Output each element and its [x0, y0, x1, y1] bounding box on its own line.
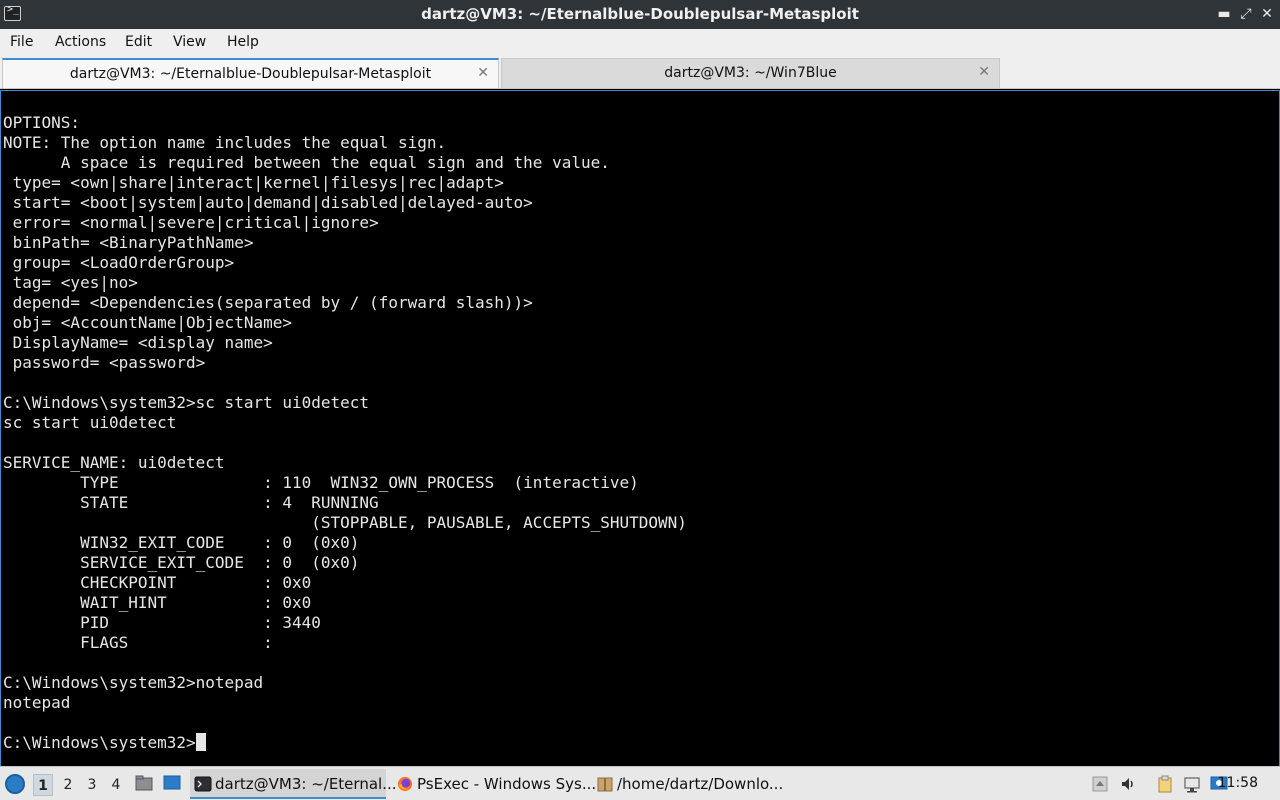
tab-label: dartz@VM3: ~/Eternalblue-Doublepulsar-Me… — [69, 66, 432, 82]
firefox-icon — [397, 776, 413, 792]
taskbar: 1 2 3 4 dartz@VM3: ~/Eternal... PsExec -… — [0, 766, 1280, 800]
clipboard-icon[interactable] — [1156, 775, 1174, 793]
terminal-scrollback: OPTIONS: NOTE: The option name includes … — [3, 113, 687, 712]
terminal-prompt: C:\Windows\system32> — [3, 733, 196, 752]
terminal-output[interactable]: OPTIONS: NOTE: The option name includes … — [3, 113, 687, 753]
volume-icon[interactable] — [1119, 775, 1137, 793]
tab-bar: dartz@VM3: ~/Eternalblue-Doublepulsar-Me… — [0, 57, 1280, 89]
workspace-3[interactable]: 3 — [82, 774, 102, 796]
window-title: dartz@VM3: ~/Eternalblue-Doublepulsar-Me… — [421, 5, 859, 23]
file-manager-icon[interactable] — [135, 775, 153, 791]
tab-label: dartz@VM3: ~/Win7Blue — [664, 65, 837, 81]
menu-file[interactable]: File — [10, 34, 33, 50]
workspace-2[interactable]: 2 — [58, 774, 78, 796]
close-button[interactable]: ✕ — [1258, 4, 1276, 24]
tab-close-icon[interactable]: ✕ — [477, 65, 489, 81]
task-label: dartz@VM3: ~/Eternal... — [215, 775, 397, 793]
task-terminal[interactable]: dartz@VM3: ~/Eternal... — [190, 769, 397, 799]
task-label: /home/dartz/Downlo... — [617, 775, 784, 793]
task-firefox[interactable]: PsExec - Windows Sys... — [392, 769, 596, 799]
clock[interactable]: 11:58 — [1218, 775, 1258, 791]
minimize-button[interactable]: ▬ — [1215, 4, 1233, 24]
maximize-button[interactable]: ⤢ — [1237, 4, 1255, 24]
terminal-view[interactable]: OPTIONS: NOTE: The option name includes … — [0, 90, 1280, 766]
menu-actions[interactable]: Actions — [55, 34, 106, 50]
terminal-icon — [194, 776, 212, 792]
workspace-1[interactable]: 1 — [33, 774, 53, 796]
text-cursor — [195, 733, 206, 751]
tab-close-icon[interactable]: ✕ — [978, 64, 990, 80]
menu-edit[interactable]: Edit — [125, 34, 152, 50]
network-icon[interactable] — [1183, 775, 1201, 793]
workspace-4[interactable]: 4 — [106, 774, 126, 796]
start-menu-button[interactable] — [5, 774, 25, 794]
tab-win7blue[interactable]: dartz@VM3: ~/Win7Blue ✕ — [501, 58, 1000, 88]
desktop-icon[interactable] — [163, 775, 181, 791]
task-label: PsExec - Windows Sys... — [417, 775, 597, 793]
menu-view[interactable]: View — [173, 34, 206, 50]
task-archive[interactable]: /home/dartz/Downlo... — [592, 769, 788, 799]
archive-icon — [597, 777, 613, 792]
menu-bar: File Actions Edit View Help — [0, 29, 1280, 57]
menu-help[interactable]: Help — [227, 34, 259, 50]
tray-expand-icon[interactable] — [1091, 775, 1109, 793]
tab-eternalblue[interactable]: dartz@VM3: ~/Eternalblue-Doublepulsar-Me… — [2, 58, 499, 88]
window-titlebar[interactable]: >_ dartz@VM3: ~/Eternalblue-Doublepulsar… — [0, 0, 1280, 29]
